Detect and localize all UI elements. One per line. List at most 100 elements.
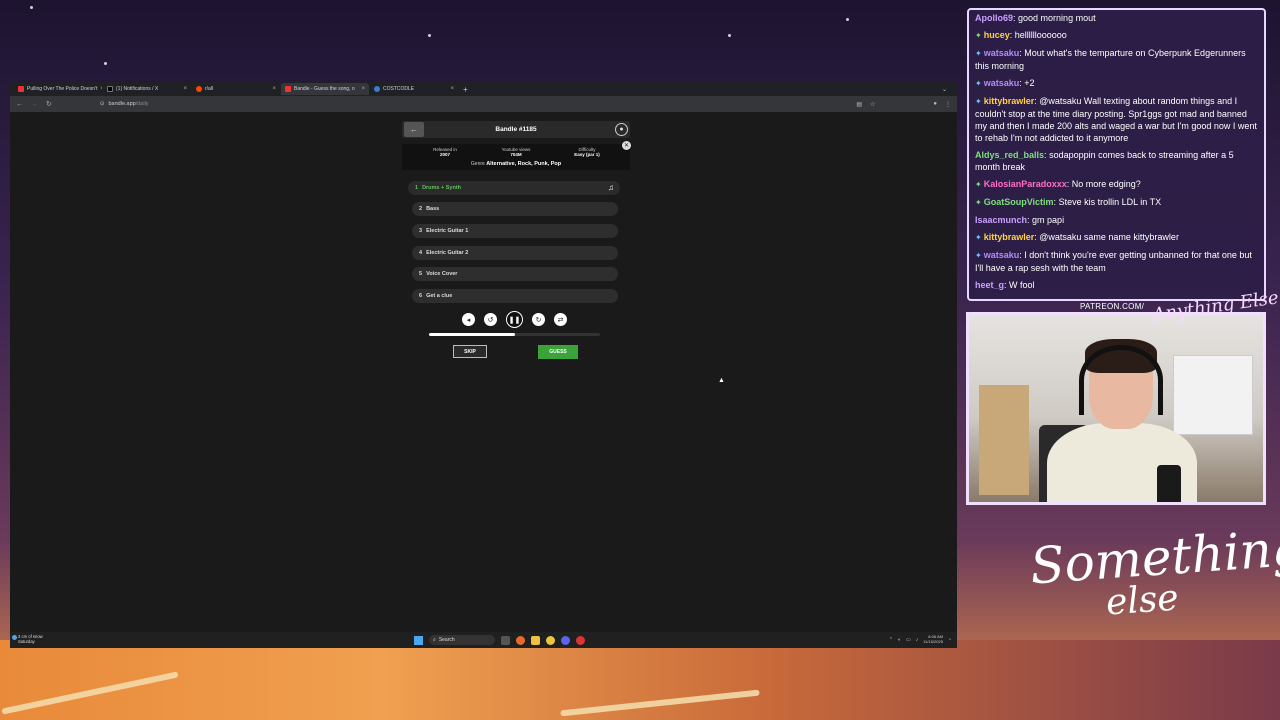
pause-button[interactable]: ❚❚ <box>506 311 523 328</box>
track-number: 4 <box>419 250 423 256</box>
track-item[interactable]: 3 Electric Guitar 1 <box>412 224 618 238</box>
obs-icon[interactable] <box>576 635 585 645</box>
chat-username[interactable]: Aldys_red_balls <box>975 150 1044 160</box>
genre-label: Genre <box>470 161 485 167</box>
shuffle-button[interactable]: ⇄ <box>554 313 567 326</box>
tab-search-chevron-icon[interactable]: ⌄ <box>942 86 947 93</box>
chat-message: ✦ KalosianParadoxxx: No more edging? <box>975 178 1258 191</box>
close-icon[interactable]: × <box>100 86 102 92</box>
chat-text: good morning mout <box>1018 13 1096 23</box>
genre-line: Genre Alternative, Rock, Punk, Pop <box>402 161 630 167</box>
background-star <box>728 34 731 37</box>
notification-bell-icon[interactable]: ◔ <box>948 637 951 643</box>
guess-button[interactable]: GUESS <box>538 345 578 359</box>
chat-username[interactable]: GoatSoupVictim <box>984 197 1054 207</box>
track-item[interactable]: 2 Bass <box>412 202 618 216</box>
site-info-icon[interactable]: ⊙ <box>100 101 105 107</box>
playback-progress-bar[interactable] <box>429 333 600 336</box>
bookmark-star-icon[interactable]: ☆ <box>870 101 875 108</box>
discord-icon[interactable] <box>561 635 570 645</box>
track-label: Drums + Synth <box>422 185 462 191</box>
bandle-favicon-icon <box>285 86 291 92</box>
track-label: Electric Guitar 2 <box>426 250 469 256</box>
tray-app-icon[interactable]: ◐ <box>898 637 901 643</box>
chat-username[interactable]: watsaku <box>984 78 1020 88</box>
chat-username[interactable]: watsaku <box>984 48 1020 58</box>
bandle-header: ← Bandle #1185 ● <box>402 121 630 138</box>
close-info-button[interactable]: ✕ <box>622 141 631 150</box>
skip-button[interactable]: SKIP <box>453 345 487 358</box>
track-label: Electric Guitar 1 <box>426 228 469 234</box>
close-icon[interactable]: × <box>361 86 365 92</box>
webcam-drawer <box>1173 355 1253 435</box>
track-item[interactable]: 5 Voice Cover <box>412 267 618 281</box>
track-number: 5 <box>419 271 423 277</box>
tab-2[interactable]: r/all × <box>192 83 280 95</box>
views-info: Youtube views 704M <box>481 147 551 157</box>
forward-arrow-icon[interactable]: → <box>31 101 38 108</box>
track-item[interactable]: 6 Get a clue <box>412 289 618 303</box>
clock[interactable]: 8:06 AM 11/16/2025 <box>923 634 943 644</box>
chevron-up-icon[interactable]: ⌃ <box>889 637 893 643</box>
previous-icon: ◂ <box>466 316 471 324</box>
mouse-cursor-icon: ▲ <box>718 377 725 384</box>
overlay-logo-big-line2: else <box>1104 577 1180 624</box>
weather-widget[interactable]: 3 cm of snow Saturday <box>18 634 43 644</box>
chat-message: ✦ hucey: helllllloooooo <box>975 29 1258 42</box>
webcam-shelf <box>979 385 1029 495</box>
extensions-icon[interactable]: ● <box>933 101 937 108</box>
close-icon[interactable]: × <box>450 86 454 92</box>
profile-button[interactable]: ● <box>615 123 628 136</box>
track-item[interactable]: 1 Drums + Synth ♫ <box>408 181 620 195</box>
chat-message: Apollo69: good morning mout <box>975 12 1258 24</box>
chat-username[interactable]: Isaacmunch <box>975 215 1027 225</box>
back-button[interactable]: ← <box>404 122 424 137</box>
sub-badge-icon: ✦ <box>975 198 982 207</box>
rewind-button[interactable]: ↺ <box>484 313 497 326</box>
close-icon[interactable]: × <box>183 86 187 92</box>
tab-title: Bandle - Guess the song, o <box>294 86 355 92</box>
tab-0[interactable]: Pulling Over The Police Doesn't × <box>14 83 102 95</box>
new-tab-button[interactable]: + <box>463 85 468 94</box>
close-icon[interactable]: × <box>272 86 276 92</box>
chat-text: Steve kis trollin LDL in TX <box>1058 197 1162 207</box>
menu-icon[interactable]: ⋮ <box>945 101 951 108</box>
reader-mode-icon[interactable]: ▤ <box>856 101 862 108</box>
reload-icon[interactable]: ↻ <box>46 100 52 108</box>
chat-text: gm papi <box>1032 215 1065 225</box>
chat-text: No more edging? <box>1071 179 1141 189</box>
start-button[interactable] <box>414 635 423 645</box>
chat-username[interactable]: Apollo69 <box>975 13 1013 23</box>
back-arrow-icon: ← <box>410 125 418 134</box>
chrome-icon[interactable] <box>546 635 555 645</box>
track-item[interactable]: 4 Electric Guitar 2 <box>412 246 618 260</box>
chat-username[interactable]: hucey <box>984 30 1010 40</box>
page-title: Bandle #1185 <box>495 126 537 133</box>
webcam-feed <box>966 312 1266 505</box>
restart-button[interactable]: ◂ <box>462 313 475 326</box>
tab-4[interactable]: COSTCODLE × <box>370 83 458 95</box>
tab-title: Pulling Over The Police Doesn't <box>27 86 98 92</box>
difficulty-value: Easy (par 1) <box>574 152 600 157</box>
firefox-icon[interactable] <box>516 635 525 645</box>
chat-username[interactable]: KalosianParadoxxx <box>984 179 1067 189</box>
address-bar[interactable]: ⊙ bandle.app/daily <box>100 99 820 110</box>
player-controls: ◂ ↺ ❚❚ ↻ ⇄ <box>462 311 567 328</box>
user-icon: ● <box>619 126 624 133</box>
tab-title: r/all <box>205 86 214 92</box>
forward-button[interactable]: ↻ <box>532 313 545 326</box>
track-label: Get a clue <box>426 293 453 299</box>
chat-username[interactable]: watsaku <box>984 250 1020 260</box>
taskbar-search[interactable]: ⌕ Search <box>429 635 495 645</box>
chat-username[interactable]: heet_g <box>975 280 1004 290</box>
back-arrow-icon[interactable]: ← <box>16 101 23 108</box>
task-view-icon[interactable] <box>501 635 510 645</box>
network-icon[interactable]: ▭ <box>906 637 911 643</box>
tab-3[interactable]: Bandle - Guess the song, o × <box>281 83 369 95</box>
volume-icon[interactable]: ♪ <box>916 637 919 643</box>
chat-username[interactable]: kittybrawler <box>984 96 1035 106</box>
chat-username[interactable]: kittybrawler <box>984 232 1035 242</box>
background-star <box>846 18 849 21</box>
tab-1[interactable]: (1) Notifications / X × <box>103 83 191 95</box>
file-explorer-icon[interactable] <box>531 635 540 645</box>
